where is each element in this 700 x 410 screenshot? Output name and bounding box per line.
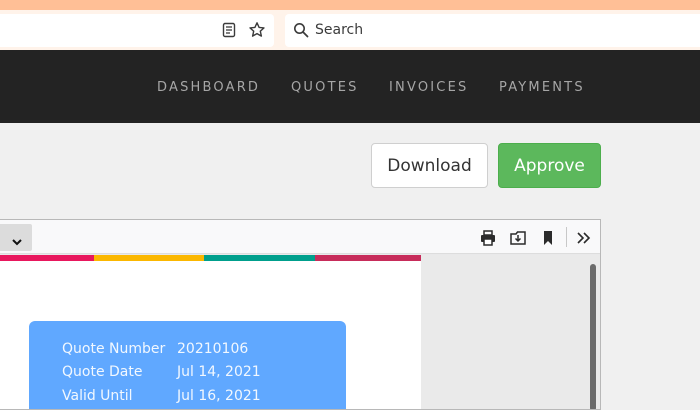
save-icon[interactable] — [509, 229, 527, 247]
quote-number-value: 20210106 — [177, 341, 249, 357]
quote-info-box: Quote Number 20210106 Quote Date Jul 14,… — [29, 321, 346, 409]
bookmark-star-icon[interactable] — [248, 21, 266, 39]
pdf-canvas[interactable]: Quote Number 20210106 Quote Date Jul 14,… — [0, 255, 600, 409]
browser-toolbar: Search — [0, 10, 700, 50]
print-icon[interactable] — [479, 229, 497, 247]
color-bar-segment — [0, 255, 94, 261]
nav-item-dashboard[interactable]: DASHBOARD — [157, 80, 260, 95]
zoom-select[interactable] — [0, 224, 32, 251]
valid-until-label: Valid Until — [62, 388, 133, 404]
reader-view-icon[interactable] — [221, 22, 237, 38]
nav-item-payments[interactable]: PAYMENTS — [499, 80, 585, 95]
browser-top-strip — [0, 0, 700, 10]
quote-date-value: Jul 14, 2021 — [177, 364, 261, 380]
browser-search-input[interactable]: Search — [285, 14, 700, 47]
quote-number-label: Quote Number — [62, 341, 166, 357]
chevron-down-icon — [11, 232, 23, 246]
tools-menu-icon[interactable] — [575, 229, 593, 247]
search-icon — [293, 22, 309, 38]
nav-item-invoices[interactable]: INVOICES — [389, 80, 468, 95]
color-bar-segment — [94, 255, 204, 261]
color-bar-segment — [315, 255, 421, 261]
download-button[interactable]: Download — [371, 143, 488, 188]
nav-item-quotes[interactable]: QUOTES — [291, 80, 359, 95]
pdf-scrollbar[interactable] — [590, 264, 596, 409]
main-nav: DASHBOARD QUOTES INVOICES PAYMENTS — [0, 50, 700, 123]
toolbar-separator — [566, 227, 567, 247]
pdf-page: Quote Number 20210106 Quote Date Jul 14,… — [0, 255, 421, 409]
pdf-toolbar — [0, 220, 600, 254]
approve-button[interactable]: Approve — [498, 143, 601, 188]
search-placeholder: Search — [315, 22, 364, 38]
pdf-viewer: Quote Number 20210106 Quote Date Jul 14,… — [0, 219, 601, 410]
valid-until-value: Jul 16, 2021 — [177, 388, 261, 404]
quote-date-label: Quote Date — [62, 364, 143, 380]
bookmark-icon[interactable] — [539, 229, 557, 247]
color-bar-segment — [204, 255, 315, 261]
